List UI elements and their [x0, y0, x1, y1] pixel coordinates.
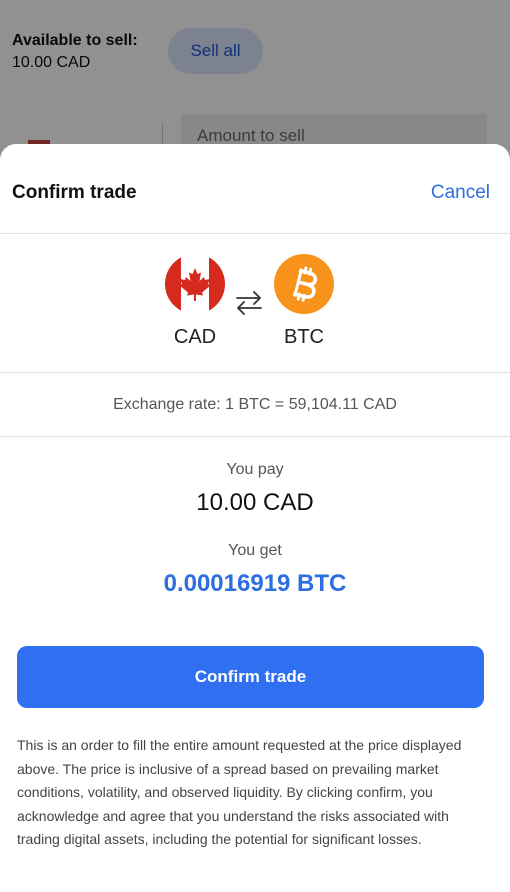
currency-pair: CAD BTC — [0, 234, 510, 373]
confirm-trade-sheet: Confirm trade Cancel CAD BTC Exchange ra… — [0, 144, 510, 892]
you-pay-label: You pay — [226, 461, 284, 478]
confirm-trade-button[interactable]: Confirm trade — [17, 646, 484, 708]
trade-amounts: You pay 10.00 CAD You get 0.00016919 BTC — [0, 437, 510, 647]
sheet-title: Confirm trade — [12, 182, 137, 203]
exchange-rate: Exchange rate: 1 BTC = 59,104.11 CAD — [0, 373, 510, 437]
you-get-label: You get — [228, 542, 282, 559]
canada-flag-icon — [165, 254, 225, 314]
you-get-value: 0.00016919 BTC — [163, 570, 347, 597]
bitcoin-icon — [274, 254, 334, 314]
to-currency-label: BTC — [284, 326, 324, 348]
from-currency-label: CAD — [173, 326, 217, 348]
disclaimer-text: This is an order to fill the entire amou… — [17, 737, 462, 847]
sheet-header: Confirm trade Cancel — [0, 144, 510, 234]
exchange-rate-text: Exchange rate: 1 BTC = 59,104.11 CAD — [113, 395, 397, 413]
cancel-button[interactable]: Cancel — [431, 182, 490, 204]
you-pay-value: 10.00 CAD — [196, 489, 314, 516]
swap-arrows-icon — [236, 291, 262, 315]
